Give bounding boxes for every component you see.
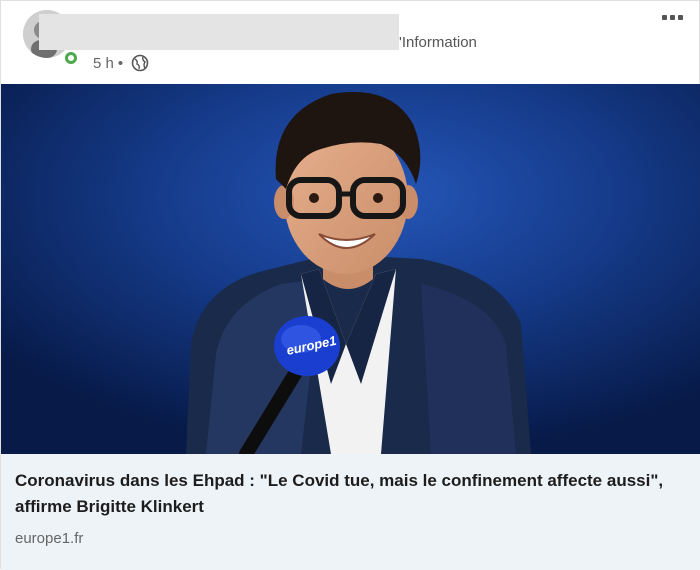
more-options-icon[interactable]: [657, 7, 687, 27]
article-headline[interactable]: Coronavirus dans les Ehpad : "Le Covid t…: [15, 468, 685, 520]
post-time: 5 h: [93, 54, 114, 72]
article-link-footer[interactable]: Coronavirus dans les Ehpad : "Le Covid t…: [1, 454, 700, 570]
feed-post-card: 'Information 5 h • europe1 Coronavirus d…: [0, 0, 700, 570]
article-source: europe1.fr: [15, 530, 84, 547]
meta-separator: •: [117, 54, 124, 72]
post-meta: 5 h •: [93, 54, 149, 72]
man-with-microphone-photo: europe1: [1, 84, 700, 454]
author-name-tail[interactable]: 'Information: [399, 34, 477, 51]
globe-icon: [131, 54, 149, 72]
article-image[interactable]: europe1: [1, 84, 700, 454]
online-status-icon: [63, 50, 79, 66]
redacted-author-name: [39, 14, 399, 50]
post-header: 'Information 5 h •: [1, 1, 700, 84]
